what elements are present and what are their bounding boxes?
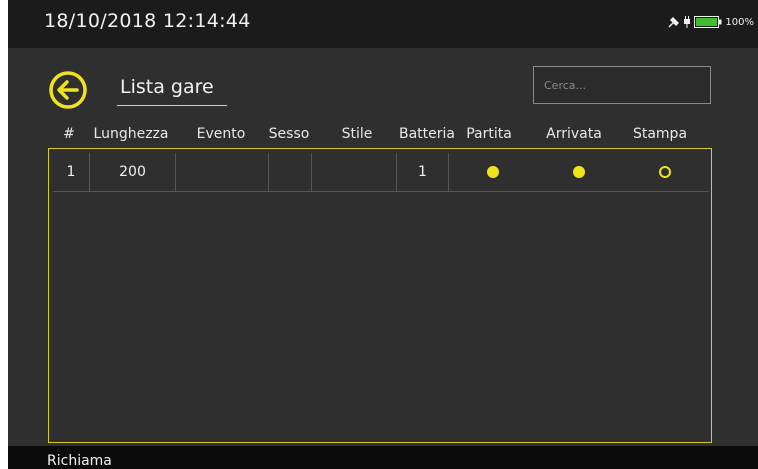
plug-icon: [684, 16, 691, 28]
cell-sesso: [269, 153, 312, 191]
column-header-batteria: Batteria: [399, 126, 455, 142]
screen: 18/10/2018 12:14:44 100% Lista gare # Lu…: [0, 0, 758, 469]
partita-status-dot: [487, 166, 499, 178]
column-headers: # Lunghezza Evento Sesso Stile Batteria …: [0, 126, 758, 146]
datetime: 18/10/2018 12:14:44: [44, 10, 251, 32]
table-row[interactable]: 1 200 1: [53, 153, 709, 192]
battery-percentage: 100%: [725, 16, 754, 28]
recall-button[interactable]: Richiama: [47, 453, 112, 469]
satellite-icon: [668, 17, 680, 28]
title-underline: [117, 105, 227, 106]
search-input[interactable]: [533, 66, 711, 104]
column-header-stampa: Stampa: [632, 126, 688, 142]
cell-arrivata: [537, 153, 621, 191]
cell-stampa: [621, 153, 709, 191]
cell-evento: [176, 153, 269, 191]
column-header-partita: Partita: [466, 126, 512, 142]
cell-batteria: 1: [397, 153, 449, 191]
column-header-number: #: [63, 126, 75, 142]
back-button[interactable]: [48, 70, 88, 110]
column-header-sesso: Sesso: [268, 126, 310, 142]
column-header-stile: Stile: [341, 126, 373, 142]
status-icons: 100%: [668, 16, 754, 28]
bottom-bar: [8, 446, 758, 469]
stampa-status-dot: [659, 166, 671, 178]
cell-partita: [449, 153, 537, 191]
battery-icon: [694, 16, 722, 28]
cell-stile: [312, 153, 397, 191]
arrivata-status-dot: [573, 166, 585, 178]
page-title: Lista gare: [120, 76, 214, 98]
column-header-evento: Evento: [196, 126, 246, 142]
column-header-lunghezza: Lunghezza: [93, 126, 169, 142]
race-table: 1 200 1: [48, 148, 712, 443]
cell-number: 1: [53, 153, 90, 191]
cell-lunghezza: 200: [90, 153, 176, 191]
column-header-arrivata: Arrivata: [546, 126, 602, 142]
back-arrow-circle-icon: [49, 71, 87, 109]
